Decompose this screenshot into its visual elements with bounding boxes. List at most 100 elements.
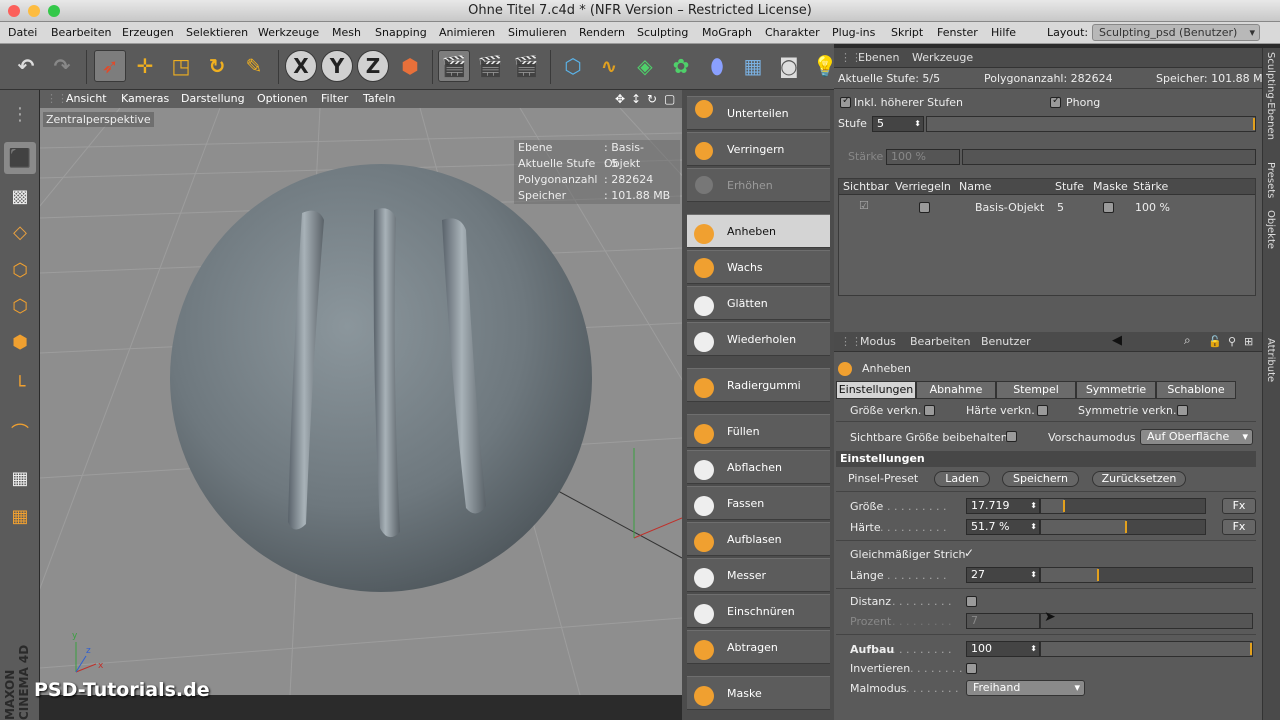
menu-fenster[interactable]: Fenster — [937, 26, 978, 39]
snap-icon[interactable]: ⌒ — [4, 416, 36, 448]
live-selection-icon[interactable]: ➶ — [94, 50, 126, 82]
viewport-menu-filter[interactable]: Filter — [321, 92, 348, 105]
viewport-3d[interactable]: y x z Zentralperspektive Ebene: Basis-Ob… — [40, 108, 682, 695]
camera-icon[interactable]: ◙ — [773, 50, 805, 82]
stepper-icon[interactable]: ⬍ — [1030, 499, 1037, 513]
size-input[interactable]: 17.719 ⬍ — [966, 498, 1040, 514]
points-mode-icon[interactable]: ⬡ — [4, 254, 36, 286]
tab-stempel[interactable]: Stempel — [996, 381, 1076, 399]
brush-aufblasen[interactable]: Aufblasen — [687, 522, 830, 556]
stepper-icon[interactable]: ⬍ — [1030, 568, 1037, 582]
tab-symmetrie[interactable]: Symmetrie — [1076, 381, 1156, 399]
layout-select[interactable]: Sculpting_psd (Benutzer) ▾ — [1092, 24, 1260, 41]
viewport-menu-ansicht[interactable]: Ansicht — [66, 92, 107, 105]
axis-mode-icon[interactable]: └ — [4, 370, 36, 402]
move-icon[interactable]: ✛ — [129, 50, 161, 82]
save-preset-button[interactable]: Speichern — [1002, 471, 1079, 487]
menu-benutzer[interactable]: Benutzer — [981, 335, 1031, 348]
menu-ebenen[interactable]: Ebenen — [858, 51, 899, 64]
pin-icon[interactable]: ⚲ — [1228, 335, 1236, 348]
z-axis-lock-icon[interactable]: Z — [357, 50, 389, 82]
col-visible[interactable]: Sichtbar — [843, 180, 889, 193]
level-input[interactable]: 5 ⬍ — [872, 116, 924, 132]
size-fx-button[interactable]: Fx — [1222, 498, 1256, 514]
stepper-icon[interactable]: ⬍ — [1030, 520, 1037, 534]
visible-check-icon[interactable]: ☑ — [859, 199, 869, 212]
cloner-icon[interactable]: ✿ — [665, 50, 697, 82]
undo-icon[interactable]: ↶ — [10, 50, 42, 82]
preview-mode-select[interactable]: Auf Oberfläche ▾ — [1140, 429, 1253, 445]
menu-charakter[interactable]: Charakter — [765, 26, 820, 39]
hardness-slider[interactable] — [1040, 519, 1206, 535]
menu-mesh[interactable]: Mesh — [332, 26, 361, 39]
rotate-icon[interactable]: ↻ — [201, 50, 233, 82]
tab-attributes[interactable]: Attribute — [1265, 338, 1276, 382]
brush-anheben[interactable]: Anheben — [687, 214, 830, 248]
col-mask[interactable]: Maske — [1093, 180, 1128, 193]
steady-stroke-checkbox[interactable]: ✓ — [964, 546, 974, 560]
load-preset-button[interactable]: Laden — [934, 471, 990, 487]
keep-visible-size-checkbox[interactable] — [1006, 431, 1017, 442]
viewport-maximize-icon[interactable]: ▢ — [664, 92, 675, 106]
make-editable-icon[interactable]: ⋮ — [4, 98, 36, 130]
render-picture-viewer-icon[interactable]: 🎬 — [474, 50, 506, 82]
length-input[interactable]: 27 ⬍ — [966, 567, 1040, 583]
minimize-window-button[interactable] — [28, 5, 40, 17]
tab-schablone[interactable]: Schablone — [1156, 381, 1236, 399]
phong-checkbox[interactable]: ✓ — [1050, 95, 1061, 108]
hardness-input[interactable]: 51.7 % ⬍ — [966, 519, 1040, 535]
viewport-dolly-icon[interactable]: ↕ — [631, 92, 641, 106]
brush-einschnueren[interactable]: Einschnüren — [687, 594, 830, 628]
new-window-icon[interactable]: ⊞ — [1244, 335, 1253, 348]
length-slider[interactable] — [1040, 567, 1253, 583]
menu-hilfe[interactable]: Hilfe — [991, 26, 1016, 39]
render-view-icon[interactable]: 🎬 — [438, 50, 470, 82]
viewport-rotate-icon[interactable]: ↻ — [647, 92, 657, 106]
search-icon[interactable]: ⌕ — [1184, 333, 1191, 348]
level-slider[interactable] — [926, 116, 1256, 132]
brush-fassen[interactable]: Fassen — [687, 486, 830, 520]
menu-skript[interactable]: Skript — [891, 26, 923, 39]
incl-higher-levels-checkbox[interactable]: ✓ — [840, 95, 851, 108]
menu-erzeugen[interactable]: Erzeugen — [122, 26, 174, 39]
cube-primitive-icon[interactable]: ⬡ — [557, 50, 589, 82]
col-name[interactable]: Name — [959, 180, 991, 193]
planar-workplane-icon[interactable]: ▦ — [4, 500, 36, 532]
menu-werkzeuge-panel[interactable]: Werkzeuge — [912, 51, 973, 64]
viewport-pan-icon[interactable]: ✥ — [615, 92, 625, 106]
tab-presets[interactable]: Presets — [1265, 162, 1276, 198]
brush-messer[interactable]: Messer — [687, 558, 830, 592]
menu-werkzeuge[interactable]: Werkzeuge — [258, 26, 319, 39]
y-axis-lock-icon[interactable]: Y — [321, 50, 353, 82]
invert-checkbox[interactable] — [966, 663, 977, 674]
hardness-link-checkbox[interactable] — [1037, 405, 1048, 416]
size-slider[interactable] — [1040, 498, 1206, 514]
hardness-fx-button[interactable]: Fx — [1222, 519, 1256, 535]
spline-icon[interactable]: ∿ — [593, 50, 625, 82]
brush-glaetten[interactable]: Glätten — [687, 286, 830, 320]
menu-rendern[interactable]: Rendern — [579, 26, 625, 39]
reset-preset-button[interactable]: Zurücksetzen — [1092, 471, 1186, 487]
menu-plugins[interactable]: Plug-ins — [832, 26, 875, 39]
stepper-icon[interactable]: ⬍ — [914, 117, 921, 131]
brush-wiederholen[interactable]: Wiederholen — [687, 322, 830, 356]
menu-datei[interactable]: Datei — [8, 26, 37, 39]
menu-mograph[interactable]: MoGraph — [702, 26, 752, 39]
edges-mode-icon[interactable]: ⬡ — [4, 290, 36, 322]
deformer-icon[interactable]: ⬮ — [701, 50, 733, 82]
brush-verringern[interactable]: Verringern — [687, 132, 830, 166]
subdivision-surface-icon[interactable]: ◈ — [629, 50, 661, 82]
redo-icon[interactable]: ↷ — [46, 50, 78, 82]
menu-selektieren[interactable]: Selektieren — [186, 26, 248, 39]
brush-fuellen[interactable]: Füllen — [687, 414, 830, 448]
mask-checkbox[interactable] — [1103, 202, 1114, 213]
col-level[interactable]: Stufe — [1055, 180, 1084, 193]
viewport-menu-darstellung[interactable]: Darstellung — [181, 92, 245, 105]
lock-checkbox[interactable] — [919, 202, 930, 213]
brush-abtragen[interactable]: Abtragen — [687, 630, 830, 664]
menu-sculpting[interactable]: Sculpting — [637, 26, 688, 39]
lock-icon[interactable]: 🔓 — [1208, 335, 1222, 348]
tab-sculpting-layers[interactable]: Sculpting-Ebenen — [1265, 52, 1276, 140]
brush-erhoehen[interactable]: Erhöhen — [687, 168, 830, 202]
stepper-icon[interactable]: ⬍ — [1030, 642, 1037, 656]
